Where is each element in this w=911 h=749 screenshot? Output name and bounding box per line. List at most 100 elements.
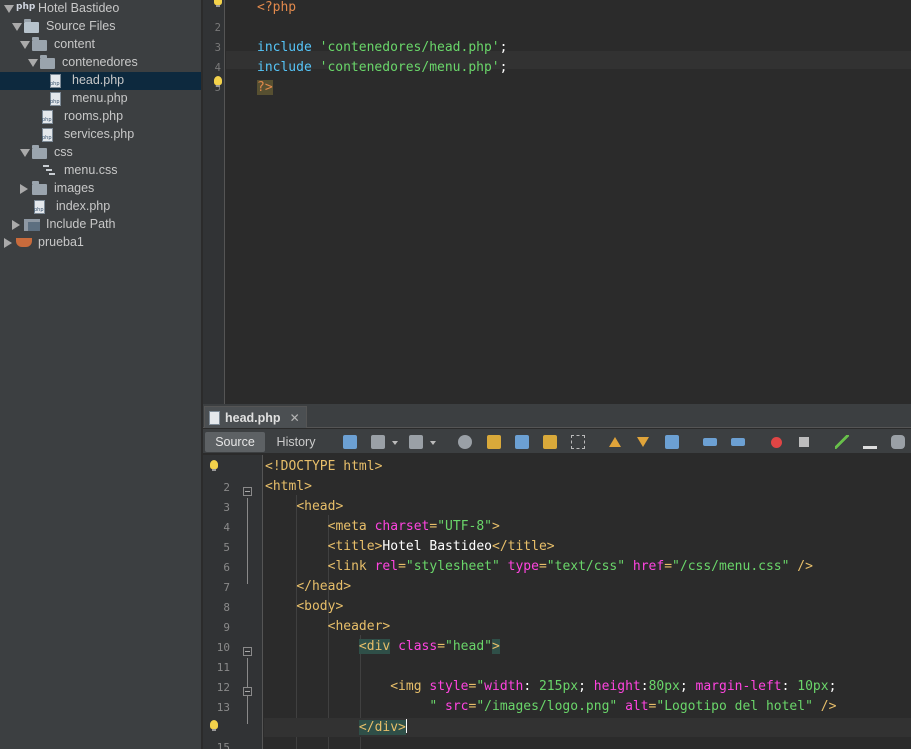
back-icon[interactable] — [371, 435, 385, 449]
comment-icon[interactable] — [835, 435, 849, 449]
stop-macro-icon[interactable] — [799, 437, 809, 447]
code-token: ; — [578, 679, 594, 694]
expand-arrow-down-icon[interactable] — [20, 41, 30, 49]
code-line: <header> — [265, 619, 391, 635]
tree-item[interactable]: prueba1 — [0, 234, 201, 252]
tab-head-php[interactable]: head.php ✕ — [204, 406, 307, 428]
code-token: ; — [679, 679, 696, 694]
tree-item[interactable]: services.php — [0, 126, 201, 144]
code-token: href — [632, 559, 665, 574]
shift-right-icon[interactable] — [731, 438, 745, 446]
code-token: : — [640, 679, 649, 694]
source-button[interactable]: Source — [205, 432, 265, 452]
lower-editor-code[interactable]: <!DOCTYPE html> <html> <head> <meta chars… — [264, 455, 911, 749]
folder-icon — [40, 55, 55, 69]
expand-arrow-right-icon[interactable] — [4, 238, 12, 248]
expand-arrow-down-icon[interactable] — [28, 59, 38, 67]
code-token: = — [538, 559, 547, 574]
line-number: 10 — [216, 641, 230, 654]
tab-close-icon[interactable]: ✕ — [290, 411, 300, 425]
code-line: <head> — [265, 499, 343, 515]
folder-icon — [32, 37, 47, 51]
rectangular-selection-icon[interactable] — [571, 435, 585, 449]
fold-toggle-head[interactable] — [243, 487, 252, 496]
expand-arrow-down-icon[interactable] — [4, 5, 14, 13]
last-edit-icon[interactable] — [343, 435, 357, 449]
line-number: 4 — [223, 521, 230, 534]
tree-item[interactable]: Include Path — [0, 216, 201, 234]
code-token: : — [523, 679, 539, 694]
find-next-icon[interactable] — [515, 435, 529, 449]
toggle-highlight-icon[interactable] — [543, 435, 557, 449]
code-token: "text/css" — [546, 559, 626, 574]
library-icon — [24, 219, 40, 231]
expand-arrow-down-icon[interactable] — [20, 149, 30, 157]
code-line: <?php — [257, 0, 296, 16]
find-previous-icon[interactable] — [487, 435, 501, 449]
tree-item[interactable]: images — [0, 180, 201, 198]
history-button[interactable]: History — [269, 432, 323, 452]
code-token: margin-left — [695, 679, 782, 694]
database-icon[interactable] — [891, 435, 905, 449]
code-token: <link — [327, 559, 375, 574]
php-project-icon: php — [16, 2, 36, 12]
line-number: 15 — [216, 741, 230, 749]
uncomment-icon[interactable] — [863, 435, 877, 449]
previous-bookmark-icon[interactable] — [609, 437, 621, 447]
expand-arrow-right-icon[interactable] — [12, 220, 20, 230]
code-token: "Logotipo del hotel" — [656, 699, 813, 714]
code-token: 'contenedores/menu.php' — [319, 60, 500, 75]
hint-bulb-icon[interactable] — [214, 0, 222, 7]
code-token: > — [492, 519, 500, 534]
top-editor[interactable]: 2345 <?php include 'contenedores/head.php… — [203, 0, 911, 404]
start-macro-icon[interactable] — [771, 437, 782, 448]
fold-toggle-div[interactable] — [243, 647, 252, 656]
tree-item[interactable]: rooms.php — [0, 108, 201, 126]
hint-bulb-icon[interactable] — [210, 460, 218, 471]
expand-arrow-right-icon[interactable] — [20, 184, 28, 194]
tree-item[interactable]: css — [0, 144, 201, 162]
code-token: > — [492, 639, 500, 654]
code-line: ?> — [257, 80, 273, 96]
tree-item[interactable]: menu.css — [0, 162, 201, 180]
hint-bulb-icon[interactable] — [214, 76, 222, 87]
code-line: <img style="width: 215px; height:80px; m… — [265, 679, 836, 695]
code-token: <?php — [257, 0, 297, 15]
code-token: : — [781, 679, 798, 694]
code-line: </div> — [265, 719, 407, 736]
code-token: 215px — [538, 679, 579, 694]
tree-item[interactable]: index.php — [0, 198, 201, 216]
next-bookmark-icon[interactable] — [637, 437, 649, 447]
tree-item[interactable]: Source Files — [0, 18, 201, 36]
tree-item-label: content — [54, 37, 96, 51]
expand-arrow-down-icon[interactable] — [12, 23, 22, 31]
php-file-icon — [50, 74, 61, 88]
shift-left-icon[interactable] — [703, 438, 717, 446]
project-tree[interactable]: php Hotel Bastideo Source Files content cont… — [0, 0, 201, 749]
tree-item-label: Hotel Bastideo — [38, 1, 120, 15]
chevron-down-icon[interactable] — [392, 441, 398, 445]
chevron-down-icon[interactable] — [430, 441, 436, 445]
tree-item[interactable]: head.php — [0, 72, 201, 90]
code-token: alt — [625, 699, 649, 714]
tree-item[interactable]: content — [0, 36, 201, 54]
find-icon[interactable] — [458, 435, 472, 449]
code-token: /> — [820, 699, 837, 714]
source-folder-icon — [24, 19, 39, 33]
tree-item[interactable]: contenedores — [0, 54, 201, 72]
toggle-bookmark-icon[interactable] — [665, 435, 679, 449]
tree-item[interactable]: php Hotel Bastideo — [0, 0, 201, 18]
hint-bulb-icon[interactable] — [210, 720, 218, 731]
tree-item[interactable]: menu.php — [0, 90, 201, 108]
forward-icon[interactable] — [409, 435, 423, 449]
code-token: ; — [499, 60, 508, 75]
tree-item-label: menu.php — [72, 91, 128, 105]
fold-toggle-img[interactable] — [243, 687, 252, 696]
code-line: <link rel="stylesheet" type="text/css" h… — [265, 559, 813, 575]
